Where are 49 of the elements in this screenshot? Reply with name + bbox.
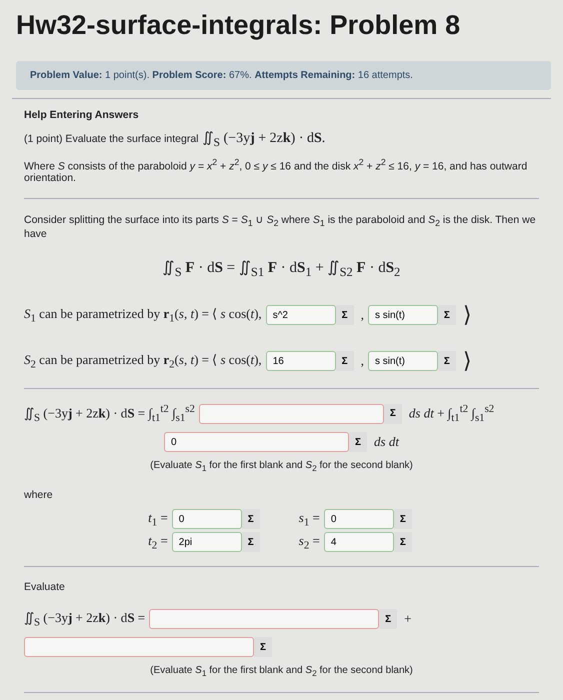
evaluate-label: Evaluate [24, 581, 66, 594]
problem-description: Where S consists of the paraboloid y = x$^{2}$ + z$^{2}$, 0 ≤ y ≤ 16 and the disk x$^{2}$ + z$^{2}$ ≤ 16, y = 16, and has outward orientation. [24, 156, 528, 184]
limit-label: t$_{1}$ = [148, 510, 168, 529]
equation-editor-button[interactable]: Σ [394, 532, 412, 552]
comma: , [360, 307, 364, 324]
answer-field[interactable] [149, 609, 380, 630]
equation-editor-button[interactable]: Σ [349, 432, 368, 452]
answer-field[interactable]: s^2 [266, 305, 336, 326]
answer-field[interactable]: s sin(t) [368, 305, 438, 326]
answer-field[interactable]: 4 [324, 532, 394, 552]
comma: , [360, 353, 364, 370]
problem-info-bar: Problem Value: 1 point(s). Problem Score: 67%. Attempts Remaining: 16 attempts. [16, 61, 551, 90]
answer-field[interactable]: 16 [266, 351, 336, 372]
equation-editor-button[interactable]: Σ [254, 637, 272, 658]
ds-dt-text: ds dt [374, 434, 399, 450]
plus-sign: + [404, 611, 412, 628]
equation-editor-button[interactable]: Σ [242, 509, 260, 530]
answer-field[interactable]: 0 [324, 509, 394, 530]
equation-editor-button[interactable]: Σ [438, 351, 456, 372]
equation-editor-button[interactable]: Σ [394, 509, 412, 530]
equation-editor-button[interactable]: Σ [336, 305, 354, 326]
limit-label: s$_{2}$ = [298, 533, 320, 552]
help-link[interactable]: Help Entering Answers [24, 109, 139, 121]
intro-text: (1 point) Evaluate the surface integral [24, 132, 199, 145]
closing-bracket: ⟩ [462, 302, 472, 328]
limit-label: s$_{1}$ = [298, 510, 320, 529]
equation-editor-button[interactable]: Σ [379, 609, 398, 630]
answer-field[interactable]: 0 [164, 432, 350, 452]
split-description: Consider splitting the surface into its parts S = S$_{1}$ ∪ S$_{2}$ where S$_{1}$ is the paraboloid and S$_{2}$ is the disk. Then we have [24, 213, 537, 240]
parametrization-label: S$_{2}$ can be parametrized by r$_{2}$(s, t) = ⟨ s cos(t), [24, 352, 262, 371]
answer-field[interactable]: 2pi [172, 532, 242, 552]
closing-bracket: ⟩ [462, 348, 472, 374]
answer-field[interactable]: 0 [172, 509, 242, 530]
equation-editor-button[interactable]: Σ [336, 351, 354, 372]
answer-field[interactable] [24, 637, 254, 658]
where-label: where [24, 489, 54, 502]
limit-label: t$_{2}$ = [148, 533, 168, 552]
blank-instructions: (Evaluate S$_{1}$ for the first blank and S$_{2}$ for the second blank) [150, 665, 413, 678]
split-formula: ∬$_{S}$ F · dS = ∬$_{S1}$ F · dS$_{1}$ + ∬$_{S2}$ F · dS$_{2}$ [162, 259, 400, 280]
final-integral-formula: ∬$_{S}$ (−3yj + 2zk) · dS = [24, 610, 146, 629]
equation-editor-button[interactable]: Σ [438, 305, 456, 326]
equation-editor-button[interactable]: Σ [242, 532, 260, 552]
equation-editor-button[interactable]: Σ [384, 404, 402, 424]
answer-field[interactable]: s sin(t) [368, 351, 438, 372]
surface-integral-formula: ∬$_{S}$ (−3yj + 2zk) · dS. [202, 130, 326, 149]
page-title: Hw32-surface-integrals: Problem 8 [16, 10, 462, 41]
blank-instructions: (Evaluate S$_{1}$ for the first blank and S$_{2}$ for the second blank) [150, 460, 413, 474]
parametrization-label: S$_{1}$ can be parametrized by r$_{1}$(s, t) = ⟨ s cos(t), [24, 306, 262, 325]
answer-field[interactable] [198, 404, 384, 424]
